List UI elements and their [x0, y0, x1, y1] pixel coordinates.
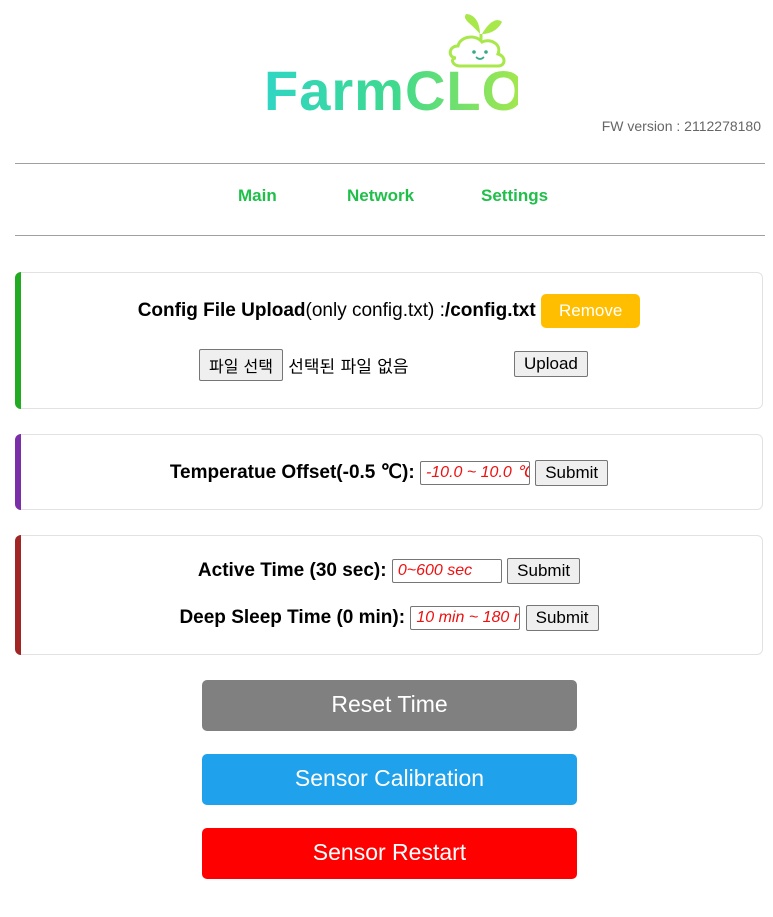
farmclo-logo: FarmCLO	[264, 14, 518, 120]
nav-network[interactable]: Network	[347, 186, 414, 206]
nav-main[interactable]: Main	[238, 186, 277, 206]
choose-file-button[interactable]: 파일 선택	[199, 349, 283, 381]
temperature-submit-button[interactable]: Submit	[535, 460, 609, 486]
no-file-selected-text: 선택된 파일 없음	[288, 357, 409, 378]
active-time-label: Active Time (30 sec):	[197, 560, 387, 582]
remove-config-button[interactable]: Remove	[540, 294, 641, 328]
config-upload-hint: (only config.txt) :	[305, 300, 445, 322]
deep-sleep-label: Deep Sleep Time (0 min):	[179, 607, 406, 629]
svg-text:FarmCLO: FarmCLO	[264, 59, 518, 120]
card-accent-bar	[15, 272, 21, 409]
nav-settings[interactable]: Settings	[481, 186, 548, 206]
config-upload-card: Config File Upload(only config.txt) :/co…	[15, 272, 763, 409]
temperature-offset-input[interactable]: -10.0 ~ 10.0 ℃	[419, 461, 530, 485]
firmware-version: FW version : 2112278180	[601, 118, 761, 134]
active-time-input[interactable]: 0~600 sec	[391, 559, 502, 583]
divider-top	[15, 163, 765, 164]
timing-card: Active Time (30 sec): 0~600 sec Submit D…	[15, 535, 763, 655]
config-upload-title: Config File Upload	[137, 300, 306, 322]
sensor-calibration-button[interactable]: Sensor Calibration	[202, 754, 577, 805]
upload-button[interactable]: Upload	[514, 351, 588, 377]
temperature-offset-label: Temperatue Offset(-0.5 ℃):	[169, 462, 415, 484]
config-filename: /config.txt	[444, 300, 536, 322]
deep-sleep-input[interactable]: 10 min ~ 180 min	[410, 606, 521, 630]
card-accent-bar	[15, 535, 21, 655]
sensor-restart-button[interactable]: Sensor Restart	[202, 828, 577, 879]
deep-sleep-submit-button[interactable]: Submit	[525, 605, 599, 631]
active-time-submit-button[interactable]: Submit	[507, 558, 581, 584]
reset-time-button[interactable]: Reset Time	[202, 680, 577, 731]
temperature-offset-card: Temperatue Offset(-0.5 ℃): -10.0 ~ 10.0 …	[15, 434, 763, 510]
divider-bottom	[15, 235, 765, 236]
main-nav: Main Network Settings	[0, 186, 773, 210]
